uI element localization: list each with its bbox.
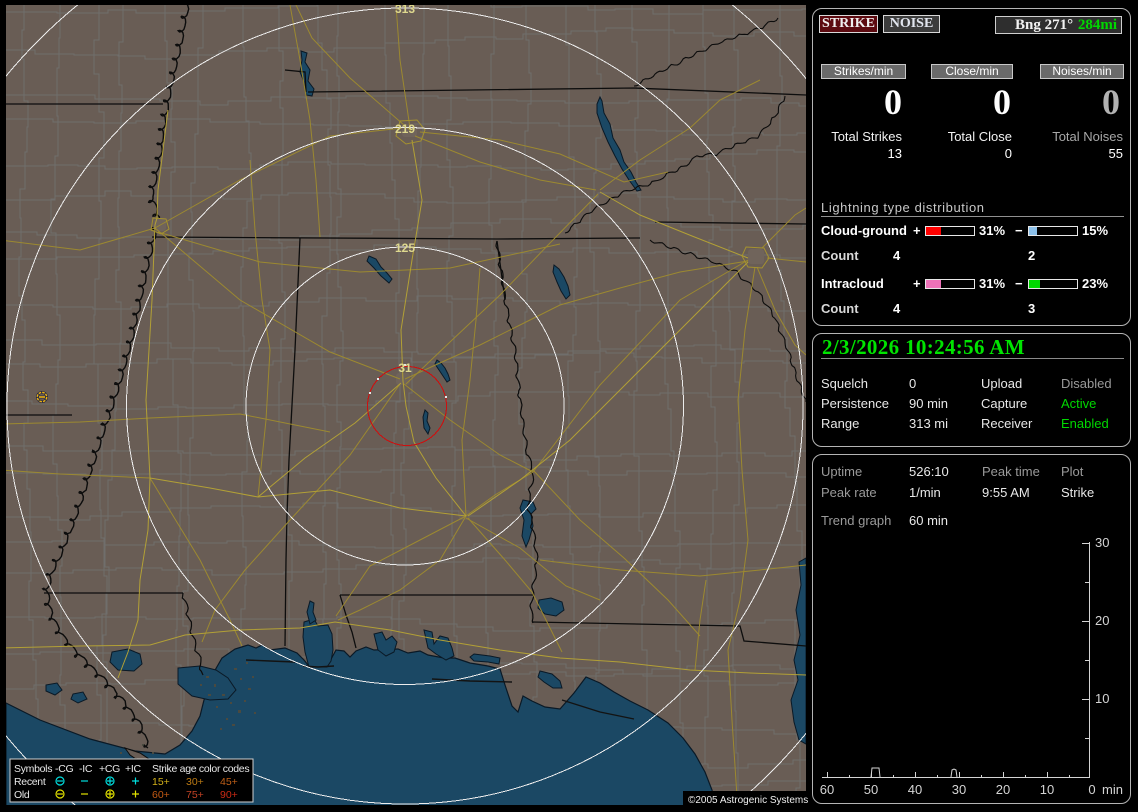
svg-text:313: 313 xyxy=(395,2,415,16)
svg-text:©2005 Astrogenic Systems: ©2005 Astrogenic Systems xyxy=(688,795,808,806)
svg-text:219: 219 xyxy=(395,122,415,136)
svg-text:90+: 90+ xyxy=(220,789,238,801)
svg-text:31: 31 xyxy=(398,361,412,375)
svg-text:min: min xyxy=(1102,782,1123,797)
svg-text:10: 10 xyxy=(1040,782,1054,797)
svg-text:-CG: -CG xyxy=(55,763,73,775)
svg-text:+CG: +CG xyxy=(99,763,120,775)
svg-text:60: 60 xyxy=(820,782,834,797)
svg-text:30+: 30+ xyxy=(186,776,204,788)
svg-text:+IC: +IC xyxy=(125,763,141,775)
svg-text:30: 30 xyxy=(952,782,966,797)
svg-text:60+: 60+ xyxy=(152,789,170,801)
svg-text:10: 10 xyxy=(1095,691,1109,706)
svg-text:-IC: -IC xyxy=(79,763,93,775)
svg-text:Symbols: Symbols xyxy=(14,763,52,775)
svg-text:15+: 15+ xyxy=(152,776,170,788)
svg-text:50: 50 xyxy=(864,782,878,797)
svg-text:30: 30 xyxy=(1095,535,1109,550)
svg-text:Strike age color codes: Strike age color codes xyxy=(152,763,249,775)
svg-text:125: 125 xyxy=(395,241,415,255)
svg-text:20: 20 xyxy=(996,782,1010,797)
svg-text:45+: 45+ xyxy=(220,776,238,788)
svg-text:Old: Old xyxy=(14,789,30,801)
svg-text:75+: 75+ xyxy=(186,789,204,801)
svg-text:40: 40 xyxy=(908,782,922,797)
svg-text:20: 20 xyxy=(1095,613,1109,628)
svg-text:Recent: Recent xyxy=(14,776,46,788)
svg-text:0: 0 xyxy=(1088,782,1095,797)
